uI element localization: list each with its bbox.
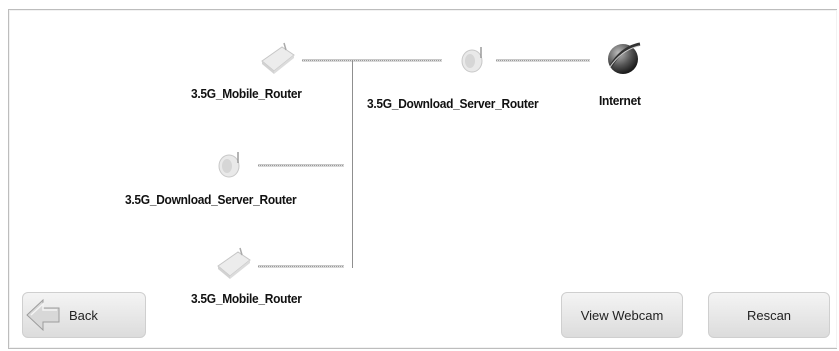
link-router2 xyxy=(258,164,344,167)
router-2-label: 3.5G_Download_Server_Router xyxy=(125,192,297,207)
globe-icon[interactable] xyxy=(604,40,642,78)
link-bus-vertical xyxy=(352,60,353,268)
rescan-button-label: Rescan xyxy=(746,307,792,323)
rescan-button[interactable]: Rescan xyxy=(708,292,830,338)
router-round-icon[interactable] xyxy=(459,44,487,74)
link-router3 xyxy=(258,265,344,268)
router-icon[interactable] xyxy=(214,246,254,282)
router-round-icon[interactable] xyxy=(216,149,244,179)
router-icon[interactable] xyxy=(258,41,298,77)
view-webcam-button-label: View Webcam xyxy=(580,307,664,323)
router-1-label: 3.5G_Mobile_Router xyxy=(191,86,302,101)
back-button-label: Back xyxy=(69,307,98,323)
gateway-router-label: 3.5G_Download_Server_Router xyxy=(367,96,539,111)
internet-label: Internet xyxy=(599,93,641,108)
view-webcam-button[interactable]: View Webcam xyxy=(561,292,683,338)
back-button[interactable]: Back xyxy=(22,292,146,338)
router-3-label: 3.5G_Mobile_Router xyxy=(191,291,302,306)
back-arrow-icon xyxy=(26,298,60,332)
link-router1-gateway xyxy=(302,59,442,62)
link-gateway-internet xyxy=(496,59,590,62)
